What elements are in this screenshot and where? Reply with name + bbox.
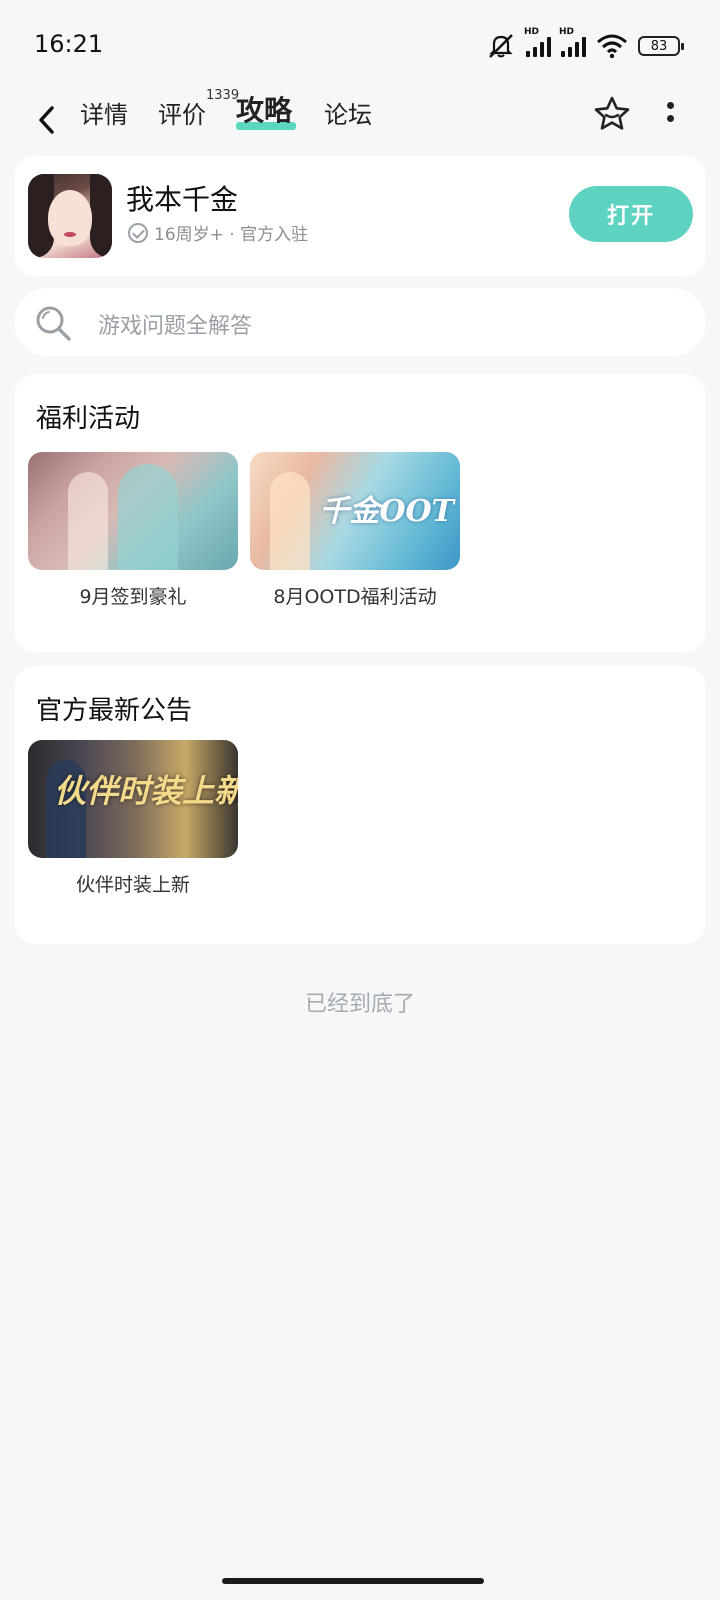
battery-level: 83 xyxy=(650,38,668,54)
app-card: 我本千金 16周岁+ · 官方入驻 打开 xyxy=(14,156,706,276)
activity-caption[interactable]: 8月OOTD福利活动 xyxy=(250,582,460,609)
search-icon xyxy=(36,306,71,341)
tab-reviews[interactable]: 评价 xyxy=(158,100,206,130)
search-bar[interactable]: 游戏问题全解答 xyxy=(14,288,706,356)
announcements-section: 官方最新公告 伙伴时装上新 伙伴时装上新 xyxy=(14,666,706,944)
verified-check-icon xyxy=(128,222,148,243)
signal-icon: HD xyxy=(559,27,586,57)
welfare-section: 福利活动 9月签到豪礼 千金OOT 8月OOTD福利活动 xyxy=(14,374,706,652)
star-icon[interactable] xyxy=(592,94,632,134)
search-placeholder: 游戏问题全解答 xyxy=(98,314,253,339)
battery-icon: 83 xyxy=(638,36,684,56)
app-meta-text: 16周岁+ · 官方入驻 xyxy=(154,225,309,245)
status-icons: HD HD 83 xyxy=(486,27,684,62)
reviews-count-badge: 1339 xyxy=(206,88,240,103)
status-time: 16:21 xyxy=(34,30,104,58)
app-meta: 16周岁+ · 官方入驻 xyxy=(128,220,308,245)
section-title: 福利活动 xyxy=(36,404,141,434)
tab-details[interactable]: 详情 xyxy=(80,100,128,130)
announcement-thumbnail[interactable]: 伙伴时装上新 xyxy=(28,740,238,858)
banner-text: 伙伴时装上新 xyxy=(53,772,238,810)
tab-guides[interactable]: 攻略 xyxy=(236,96,292,126)
app-name: 我本千金 xyxy=(126,183,239,216)
section-title: 官方最新公告 xyxy=(36,696,193,726)
activity-caption[interactable]: 9月签到豪礼 xyxy=(28,582,238,609)
open-button[interactable]: 打开 xyxy=(569,186,693,242)
more-icon[interactable] xyxy=(664,102,676,128)
mute-icon xyxy=(489,34,513,58)
announcement-caption[interactable]: 伙伴时装上新 xyxy=(28,870,238,897)
back-icon[interactable] xyxy=(32,100,62,140)
hd-label: HD xyxy=(559,27,575,37)
app-icon xyxy=(28,174,112,258)
hd-label: HD xyxy=(524,27,540,37)
status-bar: 16:21 HD HD 83 xyxy=(0,0,720,92)
end-of-list-text: 已经到底了 xyxy=(304,992,415,1017)
signal-icon: HD xyxy=(524,27,551,57)
wifi-icon xyxy=(597,34,627,59)
banner-text: 千金OOT xyxy=(319,494,454,529)
home-indicator[interactable] xyxy=(222,1578,484,1584)
tab-forum[interactable]: 论坛 xyxy=(324,100,372,130)
top-nav: 详情 评价 1339 攻略 论坛 xyxy=(0,88,720,152)
activity-thumbnail[interactable] xyxy=(28,452,238,570)
activity-thumbnail[interactable]: 千金OOT xyxy=(250,452,460,570)
